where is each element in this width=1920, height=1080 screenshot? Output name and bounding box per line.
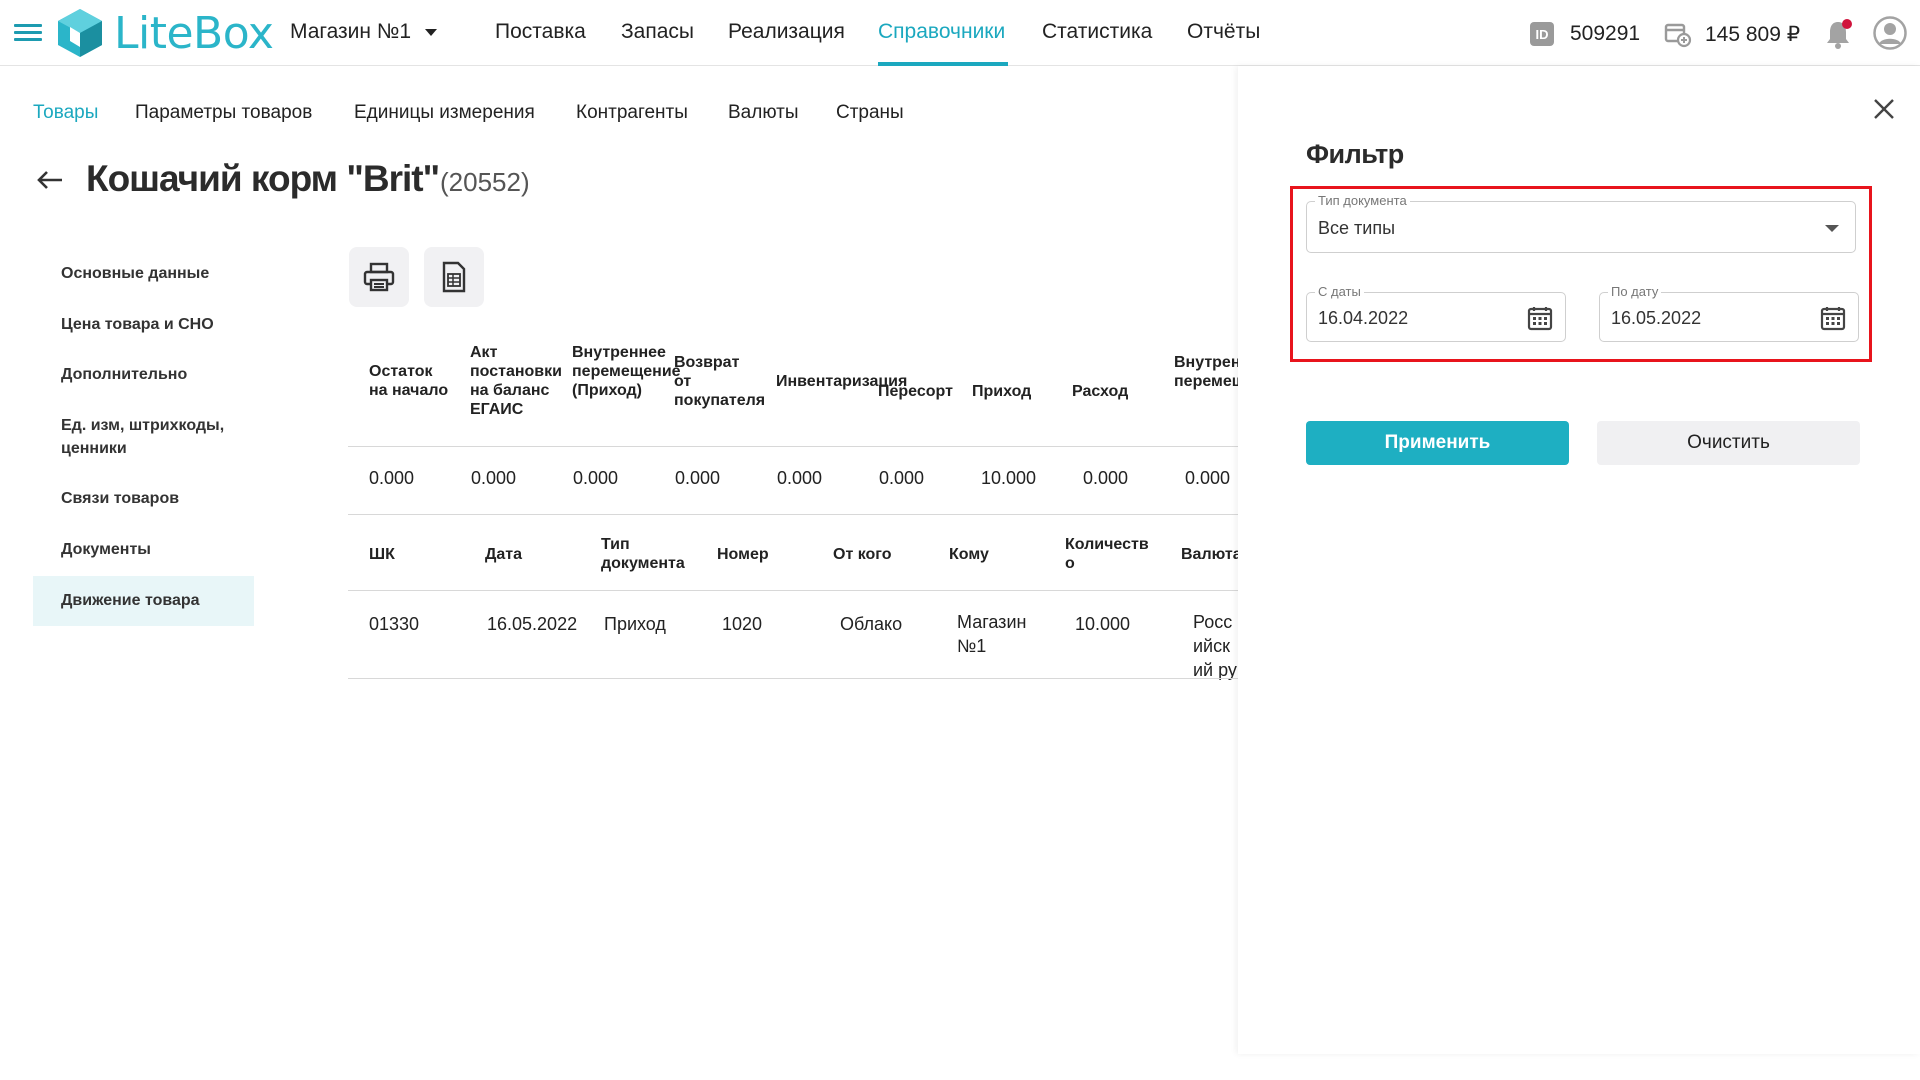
nav-item-spravochniki[interactable]: Справочники bbox=[878, 20, 1005, 44]
summary-cell: 10.000 bbox=[981, 468, 1037, 488]
summary-header: Пересорт bbox=[878, 383, 953, 400]
document-icon bbox=[442, 261, 466, 293]
summary-header: Возврат от покупателя bbox=[674, 354, 766, 409]
side-item-dokumenty[interactable]: Документы bbox=[33, 538, 254, 561]
store-name: Магазин №1 bbox=[290, 20, 412, 43]
back-arrow-icon[interactable] bbox=[36, 168, 64, 192]
summary-header: Внутреннее перемещение bbox=[1174, 354, 1238, 390]
movement-header: ШК bbox=[369, 546, 395, 563]
apply-button[interactable]: Применить bbox=[1306, 421, 1569, 465]
user-avatar-icon[interactable] bbox=[1873, 16, 1907, 50]
date-to-label: По дату bbox=[1608, 284, 1662, 300]
summary-table: Остаток на начало Акт постановки на бала… bbox=[348, 340, 1238, 520]
active-nav-underline bbox=[878, 62, 1008, 66]
cell-from: Облако bbox=[840, 614, 903, 634]
cell-barcode: 01330 bbox=[369, 614, 420, 634]
nav-item-statistika[interactable]: Статистика bbox=[1042, 20, 1152, 44]
cell-date: 16.05.2022 bbox=[487, 614, 578, 634]
movement-header: Кому bbox=[949, 546, 989, 563]
summary-header: Акт постановки на баланс ЕГАИС bbox=[470, 344, 562, 418]
nav-item-zapasy[interactable]: Запасы bbox=[621, 20, 694, 44]
subnav-item-kontragenty[interactable]: Контрагенты bbox=[576, 102, 688, 124]
summary-cell: 0.000 bbox=[1185, 468, 1231, 488]
summary-cell: 0.000 bbox=[675, 468, 721, 488]
cell-doc-type: Приход bbox=[604, 614, 666, 634]
wallet-icon[interactable] bbox=[1664, 20, 1692, 48]
movement-header: От кого bbox=[833, 546, 892, 563]
chevron-down-icon bbox=[1825, 225, 1839, 232]
movement-header: Дата bbox=[485, 546, 523, 563]
bell-icon[interactable] bbox=[1823, 18, 1853, 50]
date-to-value: 16.05.2022 bbox=[1611, 308, 1702, 328]
side-item-cena[interactable]: Цена товара и СНО bbox=[33, 313, 254, 336]
side-item-osnovnye[interactable]: Основные данные bbox=[33, 262, 254, 285]
nav-item-realizaciya[interactable]: Реализация bbox=[728, 20, 845, 44]
summary-header: Остаток на начало bbox=[369, 363, 449, 399]
subnav-item-strany[interactable]: Страны bbox=[836, 102, 904, 124]
side-item-dvizhenie[interactable]: Движение товара bbox=[33, 576, 254, 626]
date-from-label: С даты bbox=[1315, 284, 1364, 300]
calendar-icon[interactable] bbox=[1820, 305, 1846, 331]
movement-table: ШК Дата Тип документа Номер От кого Кому… bbox=[348, 530, 1238, 680]
cell-quantity: 10.000 bbox=[1075, 614, 1131, 634]
filter-title: Фильтр bbox=[1306, 139, 1404, 169]
id-icon: ID bbox=[1530, 22, 1554, 46]
nav-item-postavka[interactable]: Поставка bbox=[495, 20, 586, 44]
subnav-item-tovary[interactable]: Товары bbox=[33, 102, 98, 124]
product-id: (20552) bbox=[440, 167, 530, 197]
summary-cell: 0.000 bbox=[471, 468, 517, 488]
export-button[interactable] bbox=[424, 247, 484, 307]
print-button[interactable] bbox=[349, 247, 409, 307]
summary-header: Внутреннее перемещение (Приход) bbox=[572, 344, 681, 399]
doc-type-value: Все типы bbox=[1318, 218, 1396, 238]
divider bbox=[348, 446, 1238, 447]
subnav-item-edinicy[interactable]: Единицы измерения bbox=[354, 102, 535, 124]
summary-cell: 0.000 bbox=[777, 468, 823, 488]
subnav-item-valyuty[interactable]: Валюты bbox=[728, 102, 799, 124]
summary-cell: 0.000 bbox=[573, 468, 619, 488]
cell-to: Магазин №1 bbox=[957, 612, 1027, 656]
side-item-svyazi[interactable]: Связи товаров bbox=[33, 487, 254, 510]
doc-type-label: Тип документа bbox=[1315, 193, 1410, 209]
summary-header: Приход bbox=[972, 383, 1032, 400]
doc-type-select[interactable]: Тип документа Все типы bbox=[1306, 193, 1856, 253]
subnav-item-parametry[interactable]: Параметры товаров bbox=[135, 102, 312, 124]
close-icon[interactable] bbox=[1872, 97, 1896, 121]
side-item-dopolnitelno[interactable]: Дополнительно bbox=[33, 363, 254, 386]
clear-button[interactable]: Очистить bbox=[1597, 421, 1860, 465]
top-bar: LiteBox Магазин №1 Поставка Запасы Реали… bbox=[0, 0, 1920, 66]
calendar-icon[interactable] bbox=[1527, 305, 1553, 331]
divider bbox=[348, 678, 1238, 679]
date-from-field[interactable]: С даты 16.04.2022 bbox=[1306, 284, 1566, 342]
movement-header: Тип документа bbox=[601, 536, 685, 572]
side-item-edizm[interactable]: Ед. изм, штрихкоды, ценники bbox=[33, 414, 254, 460]
app-root: LiteBox Магазин №1 Поставка Запасы Реали… bbox=[0, 0, 1920, 1080]
balance: 145 809 ₽ bbox=[1705, 23, 1801, 46]
movement-header: Валюта bbox=[1181, 546, 1238, 563]
summary-cell: 0.000 bbox=[1083, 468, 1129, 488]
user-id: 509291 bbox=[1570, 22, 1641, 45]
cell-currency: Российский рубль bbox=[1193, 612, 1237, 680]
date-to-field[interactable]: По дату 16.05.2022 bbox=[1599, 284, 1859, 342]
logo-text: LiteBox bbox=[114, 7, 274, 59]
divider bbox=[348, 590, 1238, 591]
cell-number: 1020 bbox=[722, 614, 763, 634]
page-title: Кошачий корм "Brit" bbox=[86, 158, 440, 199]
summary-header: Инвентаризация bbox=[776, 373, 908, 390]
litebox-logo-icon bbox=[58, 9, 102, 57]
movement-header: Номер bbox=[717, 546, 769, 563]
date-from-value: 16.04.2022 bbox=[1318, 308, 1409, 328]
menu-icon[interactable] bbox=[14, 24, 42, 42]
logo[interactable]: LiteBox bbox=[54, 6, 274, 60]
nav-item-otchety[interactable]: Отчёты bbox=[1187, 20, 1260, 44]
summary-cell: 0.000 bbox=[369, 468, 415, 488]
store-selector[interactable]: Магазин №1 bbox=[290, 20, 438, 44]
summary-cell: 0.000 bbox=[879, 468, 925, 488]
divider bbox=[348, 514, 1238, 515]
chevron-down-icon bbox=[425, 28, 438, 36]
movement-header: Количество bbox=[1065, 536, 1149, 572]
printer-icon bbox=[363, 262, 395, 292]
summary-header: Расход bbox=[1072, 383, 1129, 400]
